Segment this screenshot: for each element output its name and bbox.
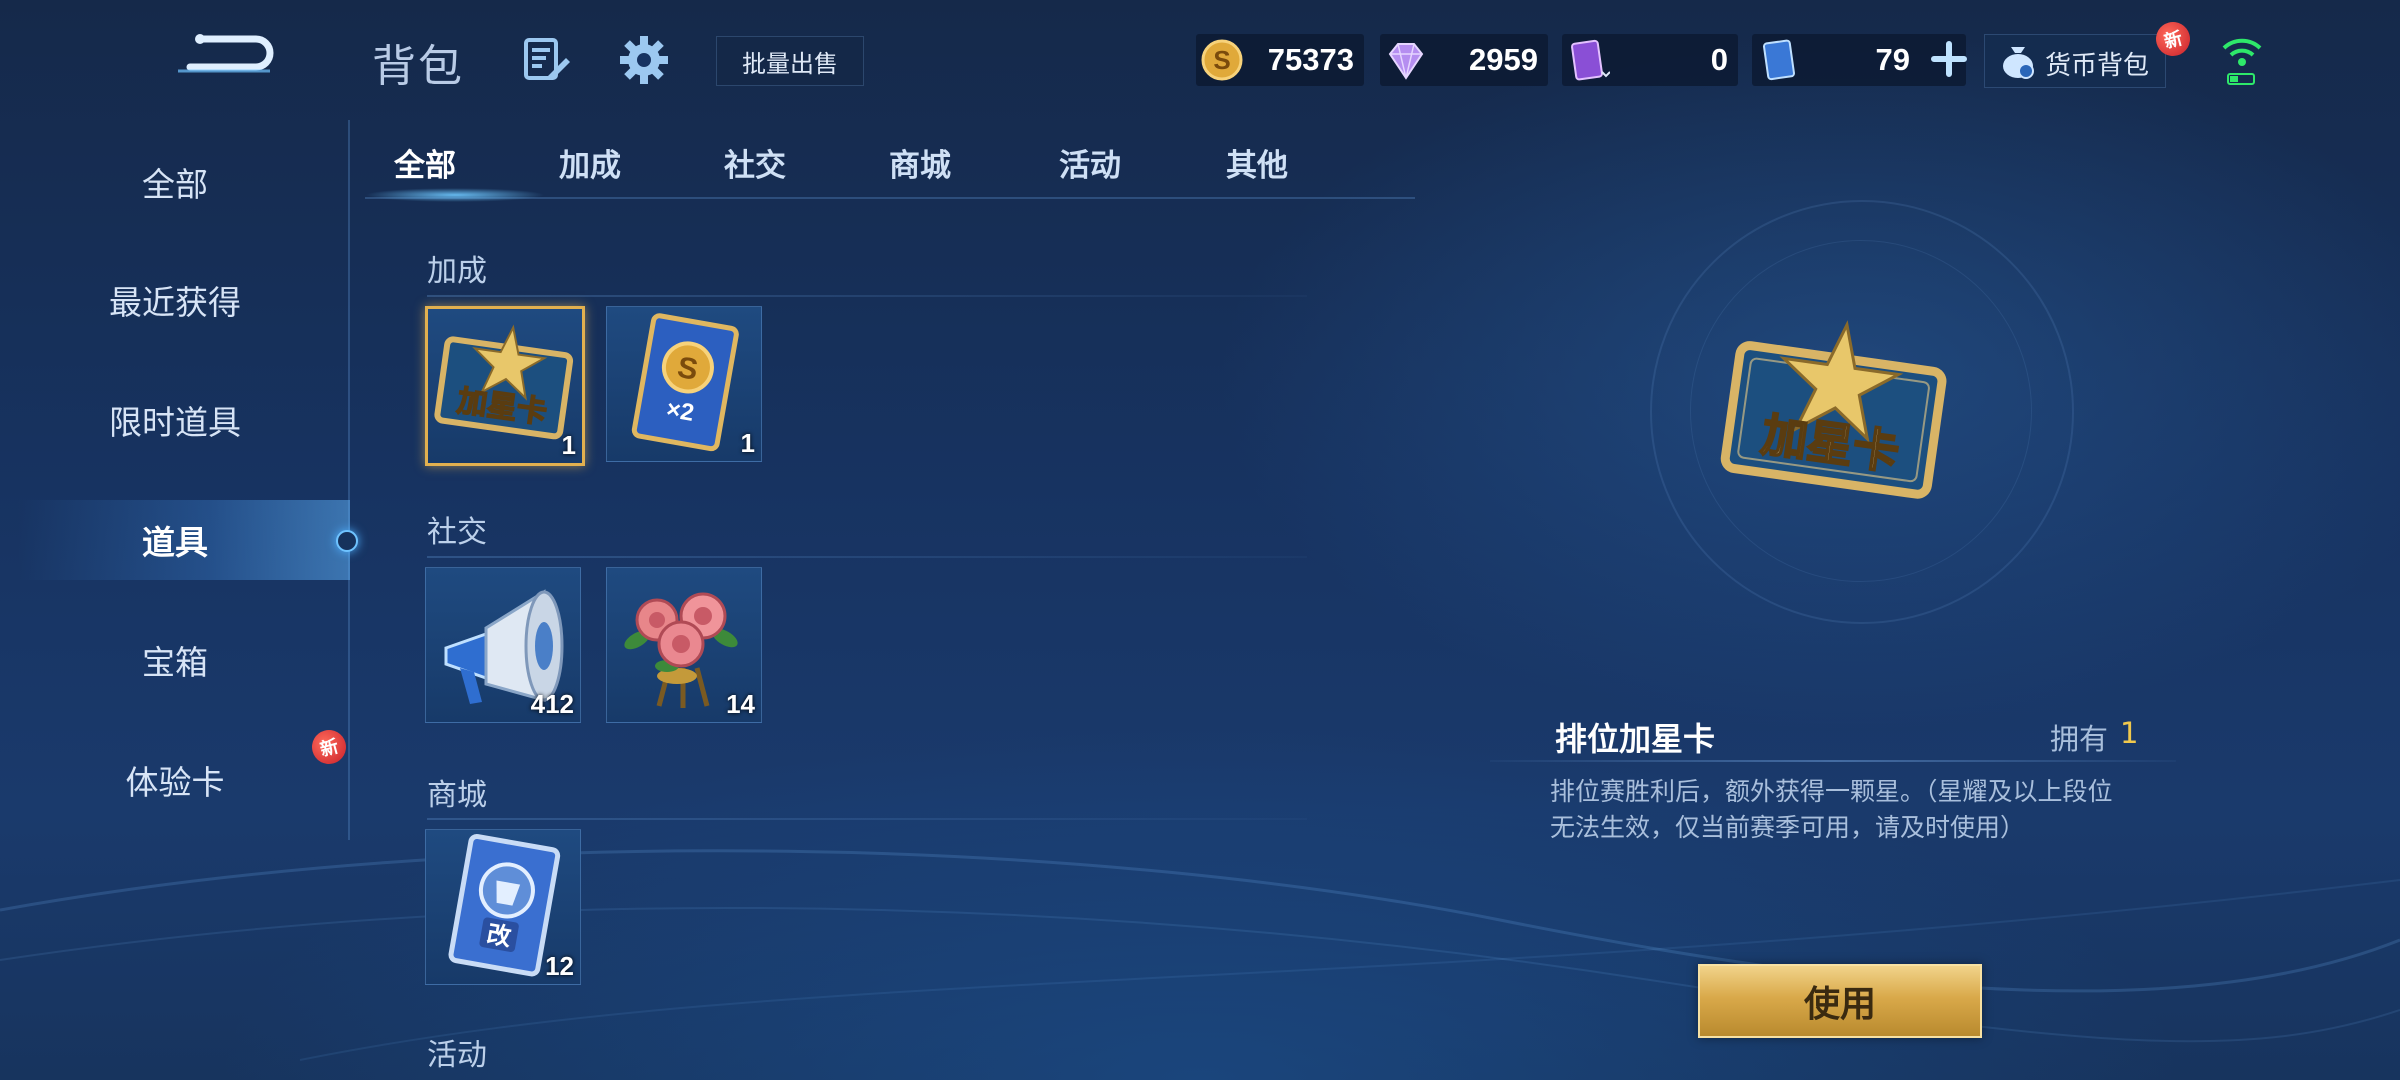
item-count: 12	[545, 951, 574, 981]
own-value: 1	[2120, 716, 2139, 750]
star-card-large-icon: 加星卡	[1720, 320, 1947, 499]
currency-wallet-button[interactable]: 货币背包	[1984, 34, 2166, 88]
sidebar-item-trial-cards[interactable]: 体验卡	[0, 740, 350, 820]
star-card-icon: 加星卡	[434, 324, 574, 440]
blue-card-icon	[1762, 39, 1795, 81]
item-count: 1	[740, 428, 755, 458]
section-title-bonus: 加成	[427, 254, 487, 289]
sidebar-divider	[348, 120, 350, 840]
category-tabs: 全部 加成 社交 商城 活动 其他	[365, 140, 1415, 198]
item-count: 412	[530, 689, 574, 719]
section-title-social: 社交	[427, 515, 487, 550]
tab-bonus[interactable]: 加成	[530, 140, 650, 190]
gold-x2-card-icon: S ×2	[631, 313, 739, 452]
item-description: 排位赛胜利后，额外获得一颗星。（星耀及以上段位无法生效，仅当前赛季可用，请及时使…	[1550, 777, 2113, 842]
page-title: 背包	[372, 41, 464, 92]
section-divider	[427, 818, 1307, 820]
own-label: 拥有	[2050, 722, 2109, 756]
item-count: 14	[726, 689, 755, 719]
item-slot-rename-card[interactable]: 改 12	[425, 829, 581, 985]
section-divider	[427, 556, 1307, 558]
item-slot-megaphone[interactable]: 412	[425, 567, 581, 723]
batch-sell-button[interactable]: 批量出售	[716, 36, 864, 86]
section-title-activity: 活动	[427, 1038, 487, 1073]
sidebar-active-indicator	[336, 530, 358, 552]
item-name: 排位加星卡	[1555, 720, 1716, 758]
sidebar-item-limited[interactable]: 限时道具	[0, 380, 350, 460]
gold-coin-icon: S	[1201, 39, 1243, 81]
gold-value: 75373	[1267, 42, 1354, 77]
gear-icon[interactable]	[618, 34, 670, 86]
gold-currency: S 75373	[1196, 34, 1364, 86]
tab-activity[interactable]: 活动	[1030, 140, 1150, 190]
sidebar-item-recent[interactable]: 最近获得	[0, 260, 350, 340]
back-arrow-icon[interactable]	[170, 25, 280, 85]
svg-text:改: 改	[485, 920, 513, 952]
section-title-shop: 商城	[427, 778, 487, 813]
gem-value: 2959	[1469, 42, 1538, 77]
gem-currency: 2959	[1380, 34, 1548, 86]
item-slot-star-card[interactable]: 加星卡 1	[425, 306, 585, 466]
item-count: 1	[561, 430, 576, 460]
item-slot-roses[interactable]: 14	[606, 567, 762, 723]
tab-shop[interactable]: 商城	[860, 140, 980, 190]
tab-social[interactable]: 社交	[695, 140, 815, 190]
sidebar-item-chests[interactable]: 宝箱	[0, 620, 350, 700]
svg-text:S: S	[1213, 45, 1230, 75]
card-currency: 79	[1752, 34, 1968, 86]
ticket-currency: 0	[1562, 34, 1738, 86]
wallet-label: 货币背包	[2045, 51, 2150, 81]
wifi-icon	[2222, 38, 2262, 85]
card-value: 79	[1875, 42, 1910, 77]
sidebar-item-props[interactable]: 道具	[0, 500, 350, 580]
tab-all[interactable]: 全部	[365, 140, 485, 190]
purple-card-icon	[1571, 39, 1610, 81]
detail-divider	[1490, 760, 2176, 762]
item-slot-gold-x2-card[interactable]: S ×2 1	[606, 306, 762, 462]
ticket-value: 0	[1710, 42, 1728, 77]
money-bag-icon	[2003, 47, 2034, 79]
diamond-icon	[1388, 43, 1424, 80]
section-divider	[427, 295, 1307, 297]
plus-icon[interactable]	[1930, 40, 1968, 78]
use-button[interactable]: 使用	[1698, 964, 1982, 1038]
svg-text:×2: ×2	[664, 396, 696, 427]
sidebar-item-all[interactable]: 全部	[0, 142, 350, 222]
tab-other[interactable]: 其他	[1197, 140, 1317, 190]
edit-icon[interactable]	[522, 36, 572, 86]
